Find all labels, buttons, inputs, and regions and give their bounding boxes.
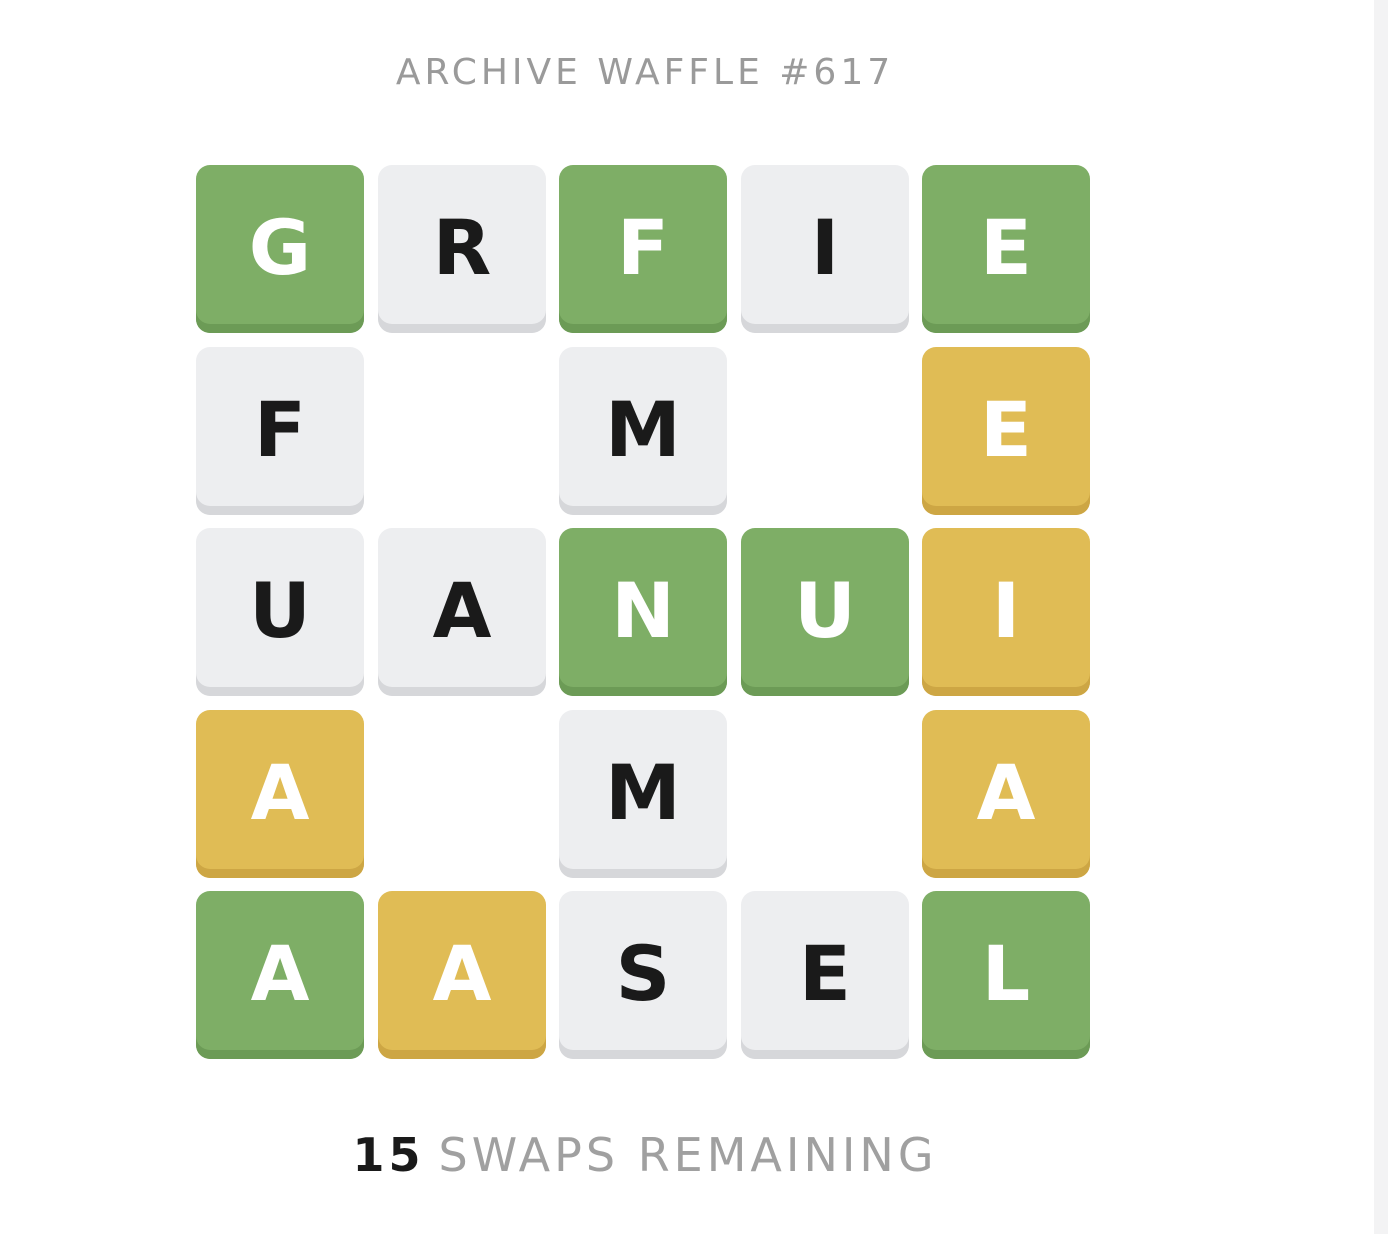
tile-r3-c4[interactable]: U xyxy=(741,528,909,696)
tile-r4-c1[interactable]: A xyxy=(196,710,364,878)
tile-r5-c3[interactable]: S xyxy=(559,891,727,1059)
tile-letter: A xyxy=(250,747,310,837)
tile-r5-c2[interactable]: A xyxy=(378,891,546,1059)
tile-r5-c5[interactable]: L xyxy=(922,891,1090,1059)
tile-r2-c1[interactable]: F xyxy=(196,347,364,515)
tile-r1-c4[interactable]: I xyxy=(741,165,909,333)
tile-letter: A xyxy=(432,928,492,1018)
tile-letter: E xyxy=(980,202,1032,292)
tile-letter: G xyxy=(248,202,312,292)
tile-letter: M xyxy=(605,747,681,837)
tile-letter: U xyxy=(249,565,311,655)
tile-letter: A xyxy=(250,928,310,1018)
scrollbar-track[interactable] xyxy=(1374,0,1388,1234)
tile-r1-c5[interactable]: E xyxy=(922,165,1090,333)
tile-letter: L xyxy=(981,928,1031,1018)
tile-letter: A xyxy=(976,747,1036,837)
tile-letter: A xyxy=(432,565,492,655)
tile-r3-c2[interactable]: A xyxy=(378,528,546,696)
tile-r1-c1[interactable]: G xyxy=(196,165,364,333)
tile-letter: N xyxy=(611,565,675,655)
tile-letter: F xyxy=(254,384,306,474)
tile-letter: E xyxy=(799,928,851,1018)
tile-letter: R xyxy=(432,202,492,292)
tile-r2-c3[interactable]: M xyxy=(559,347,727,515)
puzzle-title: ARCHIVE WAFFLE #617 xyxy=(395,52,895,93)
tile-r2-c5[interactable]: E xyxy=(922,347,1090,515)
tile-letter: F xyxy=(617,202,669,292)
tile-letter: U xyxy=(794,565,856,655)
tile-r3-c3[interactable]: N xyxy=(559,528,727,696)
swaps-count: 15 xyxy=(352,1128,425,1182)
tile-r3-c5[interactable]: I xyxy=(922,528,1090,696)
tile-r4-c5[interactable]: A xyxy=(922,710,1090,878)
swaps-label: SWAPS REMAINING xyxy=(438,1128,938,1182)
waffle-board: G R F I E F M E U A N U I A M A A A S E L xyxy=(196,165,1090,1059)
tile-r3-c1[interactable]: U xyxy=(196,528,364,696)
swaps-remaining: 15 SWAPS REMAINING xyxy=(0,1128,1290,1182)
tile-letter: S xyxy=(615,928,671,1018)
tile-letter: E xyxy=(980,384,1032,474)
tile-letter: M xyxy=(605,384,681,474)
tile-r5-c1[interactable]: A xyxy=(196,891,364,1059)
tile-r5-c4[interactable]: E xyxy=(741,891,909,1059)
tile-letter: I xyxy=(991,565,1021,655)
tile-r1-c3[interactable]: F xyxy=(559,165,727,333)
tile-r4-c3[interactable]: M xyxy=(559,710,727,878)
tile-letter: I xyxy=(810,202,840,292)
tile-r1-c2[interactable]: R xyxy=(378,165,546,333)
